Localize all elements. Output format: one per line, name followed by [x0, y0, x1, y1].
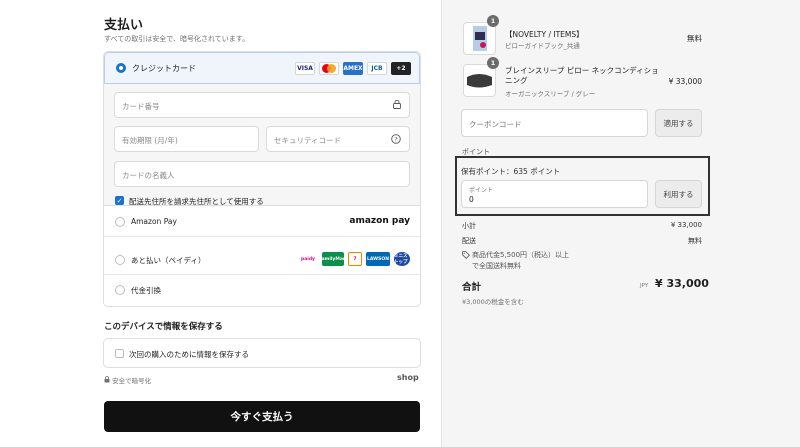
credit-card-radio[interactable]	[116, 63, 126, 73]
security-code-field[interactable]: セキュリティコード ?	[266, 126, 410, 152]
secure-text: 安全で暗号化	[112, 377, 152, 385]
points-input-value: 0	[469, 195, 474, 204]
total-value: ¥ 33,000	[655, 277, 709, 290]
atobarai-label: あと払い（ペイディ）	[131, 256, 206, 265]
amazon-pay-radio[interactable]	[115, 217, 125, 227]
cardholder-name-field[interactable]: カードの名義人	[114, 161, 410, 187]
credit-card-label: クレジットカード	[132, 64, 196, 73]
save-info-checkbox[interactable]	[115, 349, 124, 358]
atobarai-radio[interactable]	[115, 255, 125, 265]
payment-option-credit-card[interactable]: クレジットカード VISA AMEX JCB +2	[104, 52, 420, 84]
points-input-label: ポイント	[469, 187, 494, 194]
item-variant: ピローガイドブック_共通	[505, 42, 580, 50]
currency-code: JPY	[640, 283, 649, 289]
card-number-field[interactable]: カード番号	[114, 92, 410, 118]
cardholder-placeholder: カードの名義人	[122, 171, 175, 180]
payment-column: 支払い すべての取引は安全で、暗号化されています。 クレジットカード VISA …	[0, 0, 441, 447]
payment-option-cod[interactable]: 代金引換	[104, 275, 420, 305]
free-shipping-note-2: で全国送料無料	[472, 262, 521, 270]
tag-icon	[462, 251, 470, 261]
jcb-icon: JCB	[367, 62, 387, 75]
use-points-button[interactable]: 利用する	[655, 180, 702, 208]
billing-same-as-shipping-checkbox[interactable]: ✓	[115, 196, 124, 205]
amazon-pay-label: Amazon Pay	[131, 217, 177, 226]
tax-note: ¥3,000の税金を含む	[462, 298, 524, 306]
cod-label: 代金引換	[131, 286, 161, 295]
item-variant: オーガニックスリーブ / グレー	[505, 90, 596, 98]
visa-icon: VISA	[295, 62, 315, 75]
amex-icon: AMEX	[343, 62, 363, 75]
small-lock-icon	[104, 376, 112, 385]
seven-eleven-icon: 7	[348, 252, 362, 266]
payment-subtitle: すべての取引は安全で、暗号化されています。	[104, 35, 250, 43]
payment-methods: クレジットカード VISA AMEX JCB +2 カード番号 有効期限 (月/…	[103, 51, 421, 307]
shipping-value: 無料	[688, 237, 702, 245]
coupon-input[interactable]: クーポンコード	[461, 109, 648, 137]
billing-same-as-shipping-label: 配送先住所を請求先住所として使用する	[129, 197, 264, 206]
secure-notice: 安全で暗号化	[104, 375, 151, 385]
item-quantity-badge: 1	[487, 15, 499, 27]
payment-option-atobarai[interactable]: あと払い（ペイディ） paidy FamilyMart 7 LAWSON ミニス…	[104, 245, 420, 275]
payment-title: 支払い	[104, 18, 144, 33]
expiry-field[interactable]: 有効期限 (月/年)	[114, 126, 259, 152]
shop-logo: shop	[397, 373, 419, 382]
more-brands-icon: +2	[391, 62, 411, 75]
points-owned: 保有ポイント：635 ポイント	[461, 167, 561, 176]
amazon-pay-logo: amazon pay	[349, 216, 410, 226]
credit-card-form: カード番号 有効期限 (月/年) セキュリティコード ? カードの名義人 ✓ 配…	[104, 84, 420, 206]
item-price: ¥ 33,000	[668, 77, 702, 86]
free-shipping-note: 商品代金5,500円（税込）以上	[472, 251, 570, 259]
save-info-title: このデバイスで情報を保存する	[104, 322, 223, 332]
lock-icon	[393, 99, 401, 112]
help-icon[interactable]: ?	[391, 134, 401, 147]
mastercard-icon	[319, 62, 339, 75]
item-quantity-badge: 1	[487, 57, 499, 69]
pay-now-button[interactable]: 今すぐ支払う	[104, 401, 420, 432]
apply-coupon-button[interactable]: 適用する	[655, 109, 702, 137]
svg-text:?: ?	[394, 135, 397, 143]
points-input[interactable]: ポイント 0	[461, 180, 648, 208]
paidy-icon: paidy	[301, 256, 315, 262]
expiry-placeholder: 有効期限 (月/年)	[122, 136, 178, 145]
shipping-label: 配送	[462, 237, 476, 245]
subtotal-value: ¥ 33,000	[670, 221, 702, 229]
item-name: 【NOVELTY / ITEMS】	[505, 30, 584, 39]
item-price: 無料	[687, 34, 702, 43]
item-thumbnail	[463, 22, 496, 55]
ministop-icon: ミニストップ	[394, 252, 410, 266]
subtotal-label: 小計	[462, 222, 476, 230]
card-brand-icons: VISA AMEX JCB +2	[295, 62, 411, 75]
payment-option-amazon-pay[interactable]: Amazon Pay amazon pay	[104, 207, 420, 237]
card-number-placeholder: カード番号	[122, 102, 160, 111]
save-info-label: 次回の購入のために情報を保存する	[129, 350, 249, 359]
atobarai-brand-icons: paidy FamilyMart 7 LAWSON ミニストップ	[298, 252, 410, 266]
coupon-placeholder: クーポンコード	[469, 120, 522, 129]
total-label: 合計	[462, 282, 482, 293]
item-thumbnail	[463, 64, 496, 97]
security-code-placeholder: セキュリティコード	[274, 136, 342, 145]
familymart-icon: FamilyMart	[319, 252, 347, 266]
cod-radio[interactable]	[115, 285, 125, 295]
save-info-box: 次回の購入のために情報を保存する	[103, 338, 421, 368]
lawson-icon: LAWSON	[366, 252, 390, 266]
